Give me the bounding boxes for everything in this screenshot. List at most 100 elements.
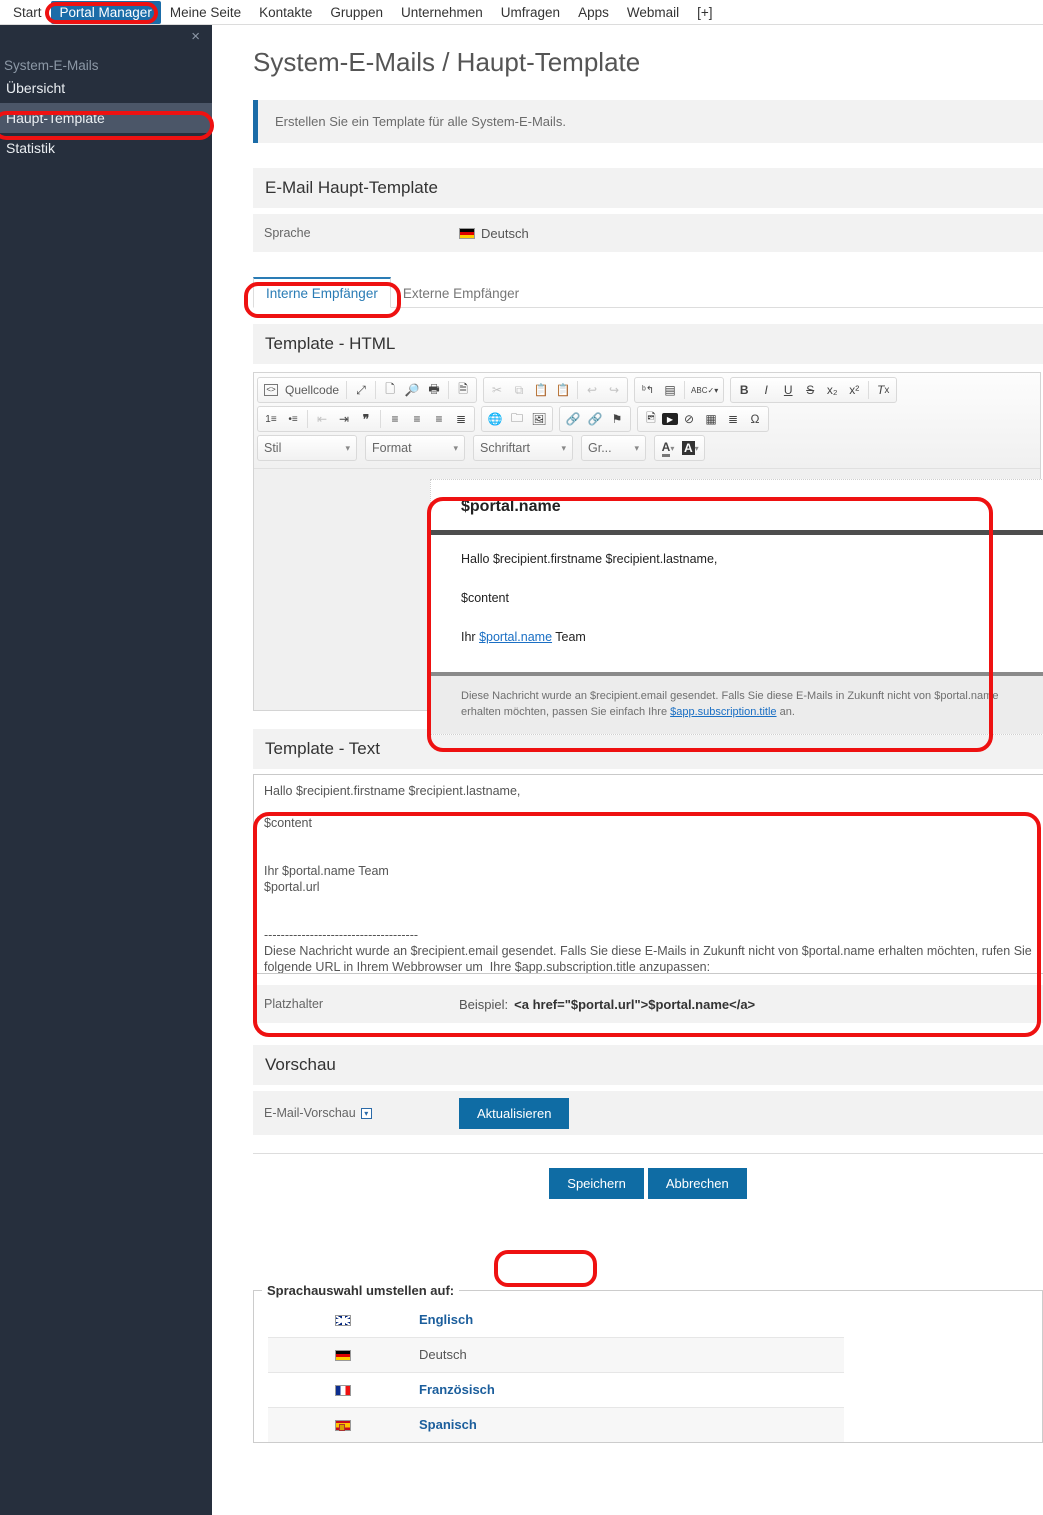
recipient-tabs: Interne Empfänger Externe Empfänger: [253, 277, 1043, 308]
toolbar-row-3: Stil ▾ Format ▾ Schriftart ▾ Gr... ▾ A ▾ A ▾: [257, 435, 1037, 461]
editor-content-area[interactable]: $portal.name Hallo $recipient.firstname …: [254, 468, 1043, 735]
footer-subscription-link[interactable]: $app.subscription.title: [670, 706, 776, 718]
sidebar-item-haupt-template[interactable]: Haupt-Template: [0, 103, 212, 133]
preview-icon[interactable]: 🔎: [401, 379, 423, 401]
html-editor: <> Quellcode ⤢ 🗋 🔎 🖶 🗎 ✂ ⧉ 📋 📋 ↩ ↪ ᵇ↰ ▤ …: [253, 372, 1043, 735]
indent-icon[interactable]: ⇥: [333, 408, 355, 430]
copy-icon[interactable]: ⧉: [508, 379, 530, 401]
nav-item-apps[interactable]: Apps: [569, 1, 618, 24]
superscript-icon[interactable]: x²: [843, 379, 865, 401]
image-icon[interactable]: 🖻: [640, 408, 662, 430]
form-actions: Speichern Abbrechen: [253, 1153, 1043, 1213]
section-header-template-html: Template - HTML: [253, 324, 1043, 364]
close-icon[interactable]: ×: [191, 29, 200, 44]
blockquote-icon[interactable]: ❞: [355, 408, 377, 430]
signature-suffix: Team: [552, 630, 586, 644]
nav-item-umfragen[interactable]: Umfragen: [492, 1, 569, 24]
paste-as-text-icon[interactable]: 📋: [552, 379, 574, 401]
flag-fr-icon: [335, 1385, 351, 1397]
table-row[interactable]: Spanisch: [268, 1406, 844, 1442]
table-row[interactable]: Französisch: [268, 1371, 844, 1407]
source-label[interactable]: Quellcode: [282, 383, 343, 397]
strikethrough-icon[interactable]: S: [799, 379, 821, 401]
refresh-preview-button[interactable]: Aktualisieren: [459, 1097, 570, 1129]
italic-icon[interactable]: I: [755, 379, 777, 401]
nav-item-kontakte[interactable]: Kontakte: [250, 1, 321, 24]
font-select[interactable]: Schriftart ▾: [473, 435, 573, 461]
sidebar-item-uebersicht[interactable]: Übersicht: [0, 73, 212, 103]
find-replace-icon[interactable]: ᵇ↰: [637, 379, 659, 401]
fontsize-select[interactable]: Gr... ▾: [581, 435, 646, 461]
save-button[interactable]: Speichern: [549, 1168, 644, 1199]
table-icon[interactable]: ▦: [700, 408, 722, 430]
style-select[interactable]: Stil ▾: [257, 435, 357, 461]
paste-icon[interactable]: 📋: [530, 379, 552, 401]
tab-externe-empfaenger[interactable]: Externe Empfänger: [391, 279, 531, 307]
underline-icon[interactable]: U: [777, 379, 799, 401]
link-icon[interactable]: 🔗: [562, 408, 584, 430]
divider: [448, 381, 450, 399]
footer-text-2: an.: [776, 706, 795, 718]
language-link-englisch[interactable]: Englisch: [419, 1312, 473, 1327]
signature-portal-link[interactable]: $portal.name: [479, 630, 552, 644]
bold-icon[interactable]: B: [733, 379, 755, 401]
insert-globe-icon[interactable]: 🌐: [484, 408, 506, 430]
print-icon[interactable]: 🖶: [423, 379, 445, 401]
chevron-down-icon[interactable]: ▾: [360, 1107, 372, 1119]
new-page-icon[interactable]: 🗋: [379, 379, 401, 401]
language-name-cell: Englisch: [418, 1302, 844, 1337]
undo-icon[interactable]: ↩: [581, 379, 603, 401]
cut-icon[interactable]: ✂: [486, 379, 508, 401]
text-template-textarea[interactable]: [253, 774, 1043, 974]
remove-format-icon[interactable]: Tx: [872, 379, 894, 401]
nav-item-add-more[interactable]: [+]: [688, 1, 721, 24]
insert-file-icon[interactable]: 🗀: [506, 408, 528, 430]
special-character-icon[interactable]: Ω: [744, 408, 766, 430]
bulleted-list-icon[interactable]: •≡: [282, 408, 304, 430]
toolbar-group-links: 🔗 🔗 ⚑: [559, 406, 631, 432]
nav-item-gruppen[interactable]: Gruppen: [321, 1, 392, 24]
justify-icon[interactable]: ≣: [450, 408, 472, 430]
video-icon[interactable]: ▶: [662, 413, 678, 425]
align-center-icon[interactable]: ≡: [406, 408, 428, 430]
templates-icon[interactable]: 🗎: [452, 379, 474, 401]
nav-item-unternehmen[interactable]: Unternehmen: [392, 1, 492, 24]
chevron-down-icon: ▾: [634, 442, 639, 453]
insert-picture-icon[interactable]: 🖼: [528, 408, 550, 430]
redo-icon[interactable]: ↪: [603, 379, 625, 401]
tab-interne-empfaenger[interactable]: Interne Empfänger: [253, 277, 391, 308]
toolbar-group-insert: 🖻 ▶ ⊘ ▦ ≣ Ω: [637, 406, 769, 432]
select-all-icon[interactable]: ▤: [659, 379, 681, 401]
format-select[interactable]: Format ▾: [365, 435, 465, 461]
nav-item-start[interactable]: Start: [4, 1, 51, 24]
divider: [307, 410, 308, 428]
nav-item-webmail[interactable]: Webmail: [618, 1, 688, 24]
align-right-icon[interactable]: ≡: [428, 408, 450, 430]
language-flag-cell: [268, 1302, 418, 1337]
toolbar-row-1: <> Quellcode ⤢ 🗋 🔎 🖶 🗎 ✂ ⧉ 📋 📋 ↩ ↪ ᵇ↰ ▤ …: [257, 377, 1037, 403]
toolbar-group-document: <> Quellcode ⤢ 🗋 🔎 🖶 🗎: [257, 377, 478, 403]
flash-icon[interactable]: ⊘: [678, 408, 700, 430]
maximize-icon[interactable]: ⤢: [350, 379, 372, 401]
numbered-list-icon[interactable]: 1≡: [260, 408, 282, 430]
email-preview[interactable]: $portal.name Hallo $recipient.firstname …: [430, 479, 1043, 735]
unlink-icon[interactable]: 🔗: [584, 408, 606, 430]
cancel-button[interactable]: Abbrechen: [647, 1168, 747, 1199]
nav-item-meine-seite[interactable]: Meine Seite: [161, 1, 250, 24]
spellcheck-icon[interactable]: ABC✓ ▾: [688, 379, 721, 401]
align-left-icon[interactable]: ≡: [384, 408, 406, 430]
outdent-icon[interactable]: ⇤: [311, 408, 333, 430]
subscript-icon[interactable]: x₂: [821, 379, 843, 401]
nav-item-portal-manager[interactable]: Portal Manager: [50, 0, 161, 24]
sidebar-item-statistik[interactable]: Statistik: [0, 133, 212, 163]
section-header-vorschau: Vorschau: [253, 1045, 1043, 1085]
source-icon[interactable]: <>: [260, 379, 282, 401]
language-link-spanisch[interactable]: Spanisch: [419, 1417, 477, 1432]
language-link-franzoesisch[interactable]: Französisch: [419, 1382, 495, 1397]
table-row[interactable]: Englisch: [268, 1302, 844, 1337]
background-color-icon[interactable]: A ▾: [679, 437, 702, 459]
anchor-icon[interactable]: ⚑: [606, 408, 628, 430]
language-name-cell: Spanisch: [418, 1406, 844, 1442]
horizontal-rule-icon[interactable]: ≣: [722, 408, 744, 430]
text-color-icon[interactable]: A ▾: [657, 437, 679, 459]
